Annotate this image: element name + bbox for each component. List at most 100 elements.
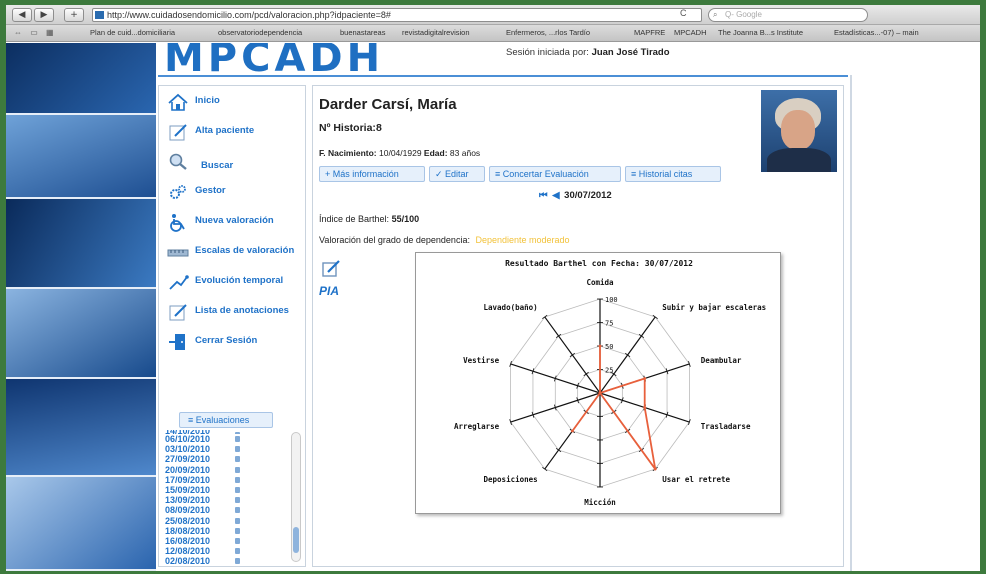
first-page-icon[interactable]: ⏮ <box>539 190 548 201</box>
browser-window: ◀ ▶ + http://www.cuidadosendomicilio.com… <box>6 5 980 571</box>
bookmark-item[interactable]: Enfermeros, ...rlos Tardío <box>506 25 590 41</box>
sidebar-item-label: Cerrar Sesión <box>195 335 258 346</box>
document-icon[interactable] <box>235 527 240 534</box>
evaluation-date-item[interactable]: 16/08/2010 <box>165 536 289 546</box>
history-label: Nº Historia: <box>319 122 376 134</box>
sidebar-item-gestor[interactable]: Gestor <box>167 182 305 204</box>
evaluation-date-text: 17/09/2010 <box>165 474 211 485</box>
search-input[interactable]: ⌕ Q- Google <box>708 8 868 22</box>
pencil-note-icon <box>169 124 187 141</box>
axis-tick <box>583 371 589 377</box>
evaluation-date-text: 06/10/2010 <box>165 434 211 444</box>
more-info-button[interactable]: + Más información <box>319 166 425 182</box>
back-button[interactable]: ◀ <box>12 8 32 22</box>
chart-title: Resultado Barthel con Fecha: 30/07/2012 <box>505 259 693 268</box>
bookmark-item[interactable]: MAPFRE <box>634 25 665 41</box>
history-value: 8 <box>375 122 382 134</box>
evaluations-scrollbar[interactable] <box>291 432 301 562</box>
document-icon[interactable] <box>235 558 240 564</box>
data-point <box>598 391 602 395</box>
evaluation-date-item[interactable]: 20/09/2010 <box>165 465 289 475</box>
sidebar-item-label: Buscar <box>201 160 234 171</box>
schedule-evaluation-button[interactable]: ≡ Concertar Evaluación <box>489 166 621 182</box>
session-info: Sesión iniciada por: Juan José Tirado <box>506 47 670 58</box>
tab-evaluaciones[interactable]: ≡ Evaluaciones <box>179 412 273 428</box>
category-label: Arreglarse <box>454 422 500 431</box>
sidebar-nav: Inicio Alta paciente Buscar Gestor Nueva… <box>158 85 306 567</box>
data-point <box>643 377 647 380</box>
sidebar-item-anotaciones[interactable]: Lista de anotaciones <box>167 302 305 324</box>
evaluation-date-item[interactable]: 25/08/2010 <box>165 516 289 526</box>
evaluation-date-text: 16/08/2010 <box>165 535 211 546</box>
evaluation-date-item[interactable]: 27/09/2010 <box>165 454 289 464</box>
search-placeholder: Q- Google <box>725 10 762 19</box>
previous-icon[interactable]: ◀ <box>552 190 559 201</box>
add-bookmark-button[interactable]: + <box>64 8 84 22</box>
edit-icon[interactable] <box>321 260 341 278</box>
bookmark-item[interactable]: revistadigitalrevision <box>402 25 470 41</box>
document-icon[interactable] <box>235 517 240 524</box>
sidebar-item-buscar[interactable]: Buscar <box>167 152 305 174</box>
collage-photo <box>6 289 156 379</box>
button-label: Historial citas <box>638 169 693 179</box>
evaluation-date-item[interactable]: 17/09/2010 <box>165 475 289 485</box>
bookmark-item[interactable]: MPCADH <box>674 25 707 41</box>
data-point <box>653 467 657 471</box>
note-icon <box>169 304 187 321</box>
reload-icon[interactable]: C <box>680 8 687 18</box>
collage-photo <box>6 477 156 571</box>
document-icon[interactable] <box>235 456 240 463</box>
bookmark-item[interactable]: Plan de cuid...domiciliaria <box>90 25 175 41</box>
bookmark-item[interactable]: buenastareas <box>340 25 385 41</box>
edit-button[interactable]: ✓ Editar <box>429 166 485 182</box>
collage-photo <box>6 43 156 115</box>
document-icon[interactable] <box>235 476 240 483</box>
sidebar-item-escalas[interactable]: Escalas de valoración <box>167 242 305 264</box>
reading-list-icon[interactable]: ⇔ ▭ ▦ <box>14 25 57 41</box>
scrollbar-thumb[interactable] <box>293 527 299 553</box>
data-point <box>570 429 574 433</box>
bookmark-item[interactable]: Estadísticas...-07) – main <box>834 25 919 41</box>
sidebar-item-cerrar-sesion[interactable]: Cerrar Sesión <box>167 332 305 354</box>
appointment-history-button[interactable]: ≡ Historial citas <box>625 166 721 182</box>
evaluation-date-item[interactable]: 08/09/2010 <box>165 505 289 515</box>
list-icon: ≡ <box>188 415 196 425</box>
evaluation-date-text: 12/08/2010 <box>165 546 211 557</box>
evaluation-date-item[interactable]: 15/09/2010 <box>165 485 289 495</box>
evaluation-date-text: 27/09/2010 <box>165 454 211 465</box>
document-icon[interactable] <box>235 497 240 504</box>
category-label: Lavado(baño) <box>484 303 538 312</box>
door-icon <box>169 334 185 350</box>
sidebar-item-evolucion[interactable]: Evolución temporal <box>167 272 305 294</box>
header-divider <box>158 75 848 77</box>
sidebar-item-alta-paciente[interactable]: Alta paciente <box>167 122 305 144</box>
document-icon[interactable] <box>235 548 240 555</box>
sidebar-item-label: Nueva valoración <box>195 215 274 226</box>
sidebar-item-inicio[interactable]: Inicio <box>167 92 305 114</box>
forward-button[interactable]: ▶ <box>34 8 54 22</box>
evaluation-date-item[interactable]: 12/08/2010 <box>165 546 289 556</box>
axis-tick <box>542 314 548 320</box>
document-icon[interactable] <box>235 466 240 473</box>
document-icon[interactable] <box>235 436 240 442</box>
barthel-label: Índice de Barthel: <box>319 214 390 224</box>
document-icon[interactable] <box>235 446 240 453</box>
axis-tick <box>638 333 645 339</box>
evaluation-date-text: 02/08/2010 <box>165 556 211 564</box>
bookmark-item[interactable]: The Joanna B...s Institute <box>718 25 803 41</box>
sidebar-item-nueva-valoracion[interactable]: Nueva valoración <box>167 212 305 234</box>
evaluation-date-item[interactable]: 13/09/2010 <box>165 495 289 505</box>
evaluation-date-item[interactable]: 18/08/2010 <box>165 526 289 536</box>
url-bar[interactable]: http://www.cuidadosendomicilio.com/pcd/v… <box>92 8 702 22</box>
pia-icon[interactable]: PIA <box>319 284 339 298</box>
document-icon[interactable] <box>235 486 240 493</box>
evaluation-date-text: 18/08/2010 <box>165 525 211 536</box>
document-icon[interactable] <box>235 537 240 544</box>
bookmark-item[interactable]: observatoriodependencia <box>218 25 302 41</box>
document-icon[interactable] <box>235 507 240 514</box>
evaluation-date-item[interactable]: 02/08/2010 <box>165 556 289 564</box>
evaluation-date-item[interactable]: 06/10/2010 <box>165 434 289 444</box>
barthel-value: 55/100 <box>391 214 420 224</box>
dependency-label: Valoración del grado de dependencia: <box>319 235 470 245</box>
evaluation-date-item[interactable]: 03/10/2010 <box>165 444 289 454</box>
